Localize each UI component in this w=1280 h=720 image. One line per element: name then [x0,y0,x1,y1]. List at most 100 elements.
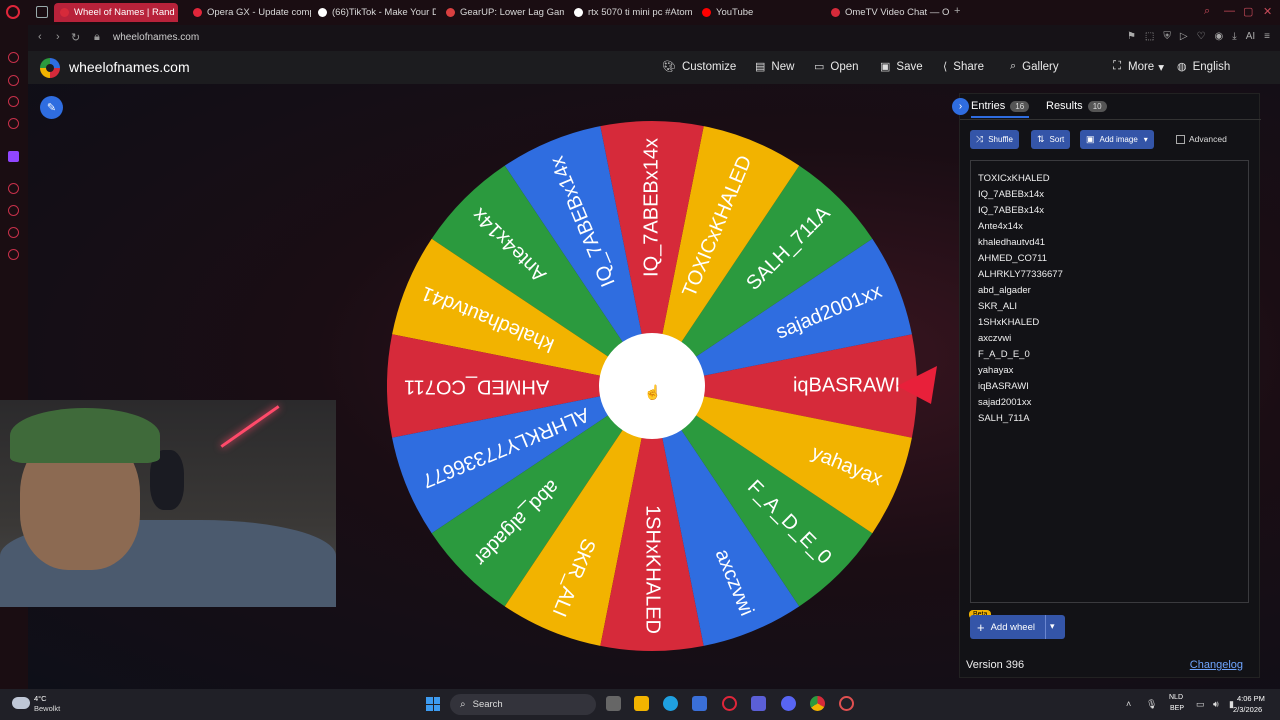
browser-tab[interactable]: OmeTV Video Chat — Ome [825,3,949,22]
opera-gx-taskbar-icon[interactable] [722,696,737,711]
entries-textarea[interactable]: TOXICxKHALED IQ_7ABEBx14x IQ_7ABEBx14x Ante… [970,160,1249,603]
download-icon[interactable]: ⤓ [1232,31,1236,42]
browser-tab-title: GearUP: Lower Lag Game [460,7,564,18]
store-icon[interactable] [692,696,707,711]
collapse-panel-button[interactable]: › [952,98,969,115]
cloud-icon[interactable] [12,697,30,709]
menu-gallery-label: Gallery [1022,60,1059,73]
sidebar-gx-control-icon[interactable] [8,52,19,63]
entry-line: sajad2001xx [978,397,1032,408]
search-tabs-icon[interactable]: ⌕ [1204,5,1210,18]
task-view-icon[interactable] [606,696,621,711]
tab-menu-icon[interactable] [36,6,48,18]
taskbar-search[interactable]: ⌕ Search [450,694,596,715]
url-field[interactable]: wheelofnames.com [113,32,199,43]
edit-title-button[interactable]: ✎ [40,96,63,119]
edge-icon[interactable] [663,696,678,711]
entry-line: TOXICxKHALED [978,173,1050,184]
reload-icon[interactable]: ↻ [71,31,80,44]
weather-temperature[interactable]: 4°C [34,694,47,703]
save-icon: ▣ [880,61,891,73]
tab-results[interactable]: Results 10 [1046,100,1107,112]
file-explorer-icon[interactable] [634,696,649,711]
shuffle-icon: ⤨ [976,134,984,144]
clock-time[interactable]: 4:06 PM [1237,694,1265,703]
sidebar-chat-icon[interactable] [8,227,19,238]
tab-entries[interactable]: Entries 16 [971,100,1030,118]
add-wheel-button[interactable]: + Add wheel ▾ [970,615,1065,639]
folder-icon: ▭ [814,61,825,73]
tab-favicon-icon [574,8,583,17]
menu-more-button[interactable]: More ▾ [1128,60,1164,74]
browser-tab-title: (66)TikTok - Make Your D [332,7,436,18]
heart-icon[interactable]: ♡ [1197,31,1206,42]
menu-share-button[interactable]: ⟨ Share [943,60,984,74]
sidebar-history-icon[interactable] [8,205,19,216]
menu-new-button[interactable]: ▤ New [755,60,794,74]
chevron-down-icon: ▾ [1143,135,1148,144]
webcam-overlay [0,400,336,607]
forward-icon[interactable]: › [56,31,60,43]
changelog-link[interactable]: Changelog [1190,659,1243,671]
sort-button[interactable]: ⇅ Sort [1031,130,1071,149]
browser-tab[interactable]: GearUP: Lower Lag Game [440,3,564,22]
menu-open-button[interactable]: ▭ Open [814,60,859,74]
globe-icon: ◍ [1177,61,1187,73]
weather-condition[interactable]: Bewolkt [34,704,60,713]
new-tab-icon[interactable]: + [954,5,960,17]
entries-panel: › Entries 16 Results 10 ⤨ Shuffle ⇅ Sort ▣… [952,93,1261,678]
menu-customize-button[interactable]: 🎨︎ Customize [662,60,736,74]
maximize-icon[interactable]: ▢ [1243,5,1253,18]
opera-logo-icon[interactable] [6,5,20,19]
tab-favicon-icon [446,8,455,17]
volume-icon[interactable]: 🔊︎ [1213,699,1219,710]
language-indicator[interactable]: NLD [1169,694,1183,701]
profile-icon[interactable]: ◉ [1215,31,1224,42]
app-taskbar-icon[interactable] [751,696,766,711]
network-icon[interactable]: ▭ [1196,699,1205,710]
sidebar-twitch-icon[interactable] [8,151,19,162]
wheel-logo-icon[interactable] [40,58,60,78]
keyboard-layout[interactable]: BEP [1170,705,1184,712]
windows-start-icon[interactable] [426,697,440,711]
advanced-checkbox[interactable] [1176,135,1185,144]
browser-tab[interactable]: YouTube [696,3,766,22]
browser-tab[interactable]: (66)TikTok - Make Your D [312,3,436,22]
gearup-icon[interactable] [839,696,854,711]
sidebar-settings-icon[interactable] [8,249,19,260]
bookmark-icon[interactable]: ⚑ [1127,31,1136,42]
add-wheel-dropdown-icon[interactable]: ▾ [1050,621,1055,632]
discord-icon[interactable] [781,696,796,711]
name-wheel[interactable]: iqBASRAWIsajad2001xxSALH_711ATOXICxKHALE… [387,120,947,652]
close-icon[interactable]: ✕ [1263,5,1272,18]
menu-english-button[interactable]: ◍ English [1177,60,1230,74]
sidebar-player-icon[interactable] [8,183,19,194]
site-brand[interactable]: wheelofnames.com [69,59,190,75]
snapshot-icon[interactable]: ⬚ [1145,31,1154,42]
chrome-icon[interactable] [810,696,825,711]
shield-icon[interactable]: ⛨ [1163,31,1171,42]
sidebar-cleaner-icon[interactable] [8,75,19,86]
add-image-button[interactable]: ▣ Add image ▾ [1080,130,1154,149]
microphone-icon[interactable]: 🎙︎ [1146,699,1157,710]
sidebar-corner-icon[interactable] [8,118,19,129]
menu-gallery-button[interactable]: ⌕ Gallery [1010,60,1059,73]
ai-icon[interactable]: AI [1246,31,1255,42]
address-bar: ‹ › ↻ 🔒︎ wheelofnames.com ⚑ ⬚ ⛨ ▷ ♡ ◉ ⤓ … [28,25,1280,51]
wheel-slice-label: iqBASRAWI [793,374,900,396]
entry-line: khaledhautvd41 [978,237,1046,248]
back-icon[interactable]: ‹ [38,31,42,43]
browser-tab[interactable]: Wheel of Names | Rand [54,3,178,22]
clock-date[interactable]: 2/3/2026 [1233,705,1262,714]
play-icon[interactable]: ▷ [1180,31,1188,42]
minimize-icon[interactable]: — [1224,5,1235,17]
tab-favicon-icon [318,8,327,17]
browser-tab[interactable]: Opera GX - Update comp [187,3,311,22]
fullscreen-icon[interactable]: ⛶ [1113,60,1121,73]
shuffle-button[interactable]: ⤨ Shuffle [970,130,1019,149]
menu-save-button[interactable]: ▣ Save [880,60,923,74]
chevron-up-icon[interactable]: ˄ [1126,699,1131,709]
browser-tab[interactable]: rtx 5070 ti mini pc #Atom [568,3,692,22]
sidebar-messenger-icon[interactable] [8,96,19,107]
menu-icon[interactable]: ≡ [1264,31,1270,42]
